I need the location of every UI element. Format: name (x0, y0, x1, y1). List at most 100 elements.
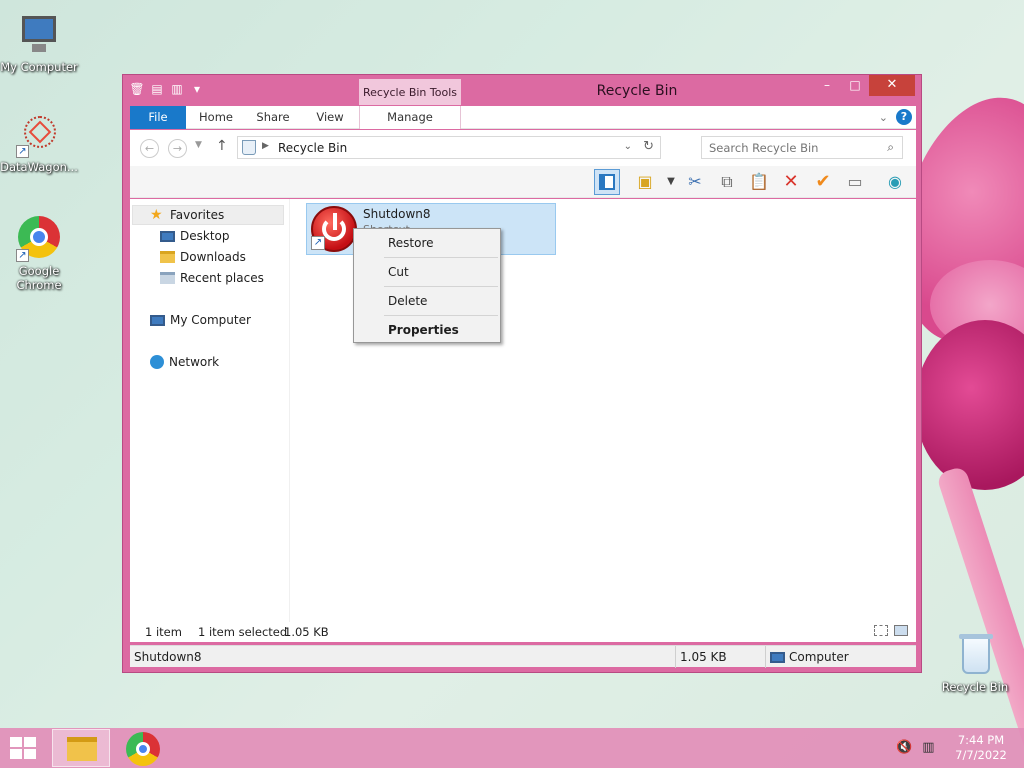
command-toolbar: ▣ ▼ ✂ ⧉ 📋 ✕ ✔ ▭ ◉ (130, 166, 916, 198)
recent-places-icon (160, 272, 175, 284)
explorer-window[interactable]: 🗑 ▤ ▥ ▾ Recycle Bin Tools Recycle Bin – … (122, 74, 922, 673)
content-area: ★ Favorites Desktop Downloads Recent pla… (130, 199, 916, 642)
minimize-button[interactable]: – (813, 75, 841, 96)
star-icon: ★ (150, 207, 163, 223)
maximize-button[interactable]: □ (841, 75, 869, 96)
selected-size: 1.05 KB (284, 625, 329, 639)
selected-count: 1 item selected (198, 625, 288, 639)
nav-network[interactable]: Network (150, 352, 219, 372)
details-name: Shutdown8 (134, 650, 202, 664)
help-icon[interactable]: ? (896, 109, 912, 125)
folder-icon (67, 737, 97, 761)
details-size: 1.05 KB (675, 646, 765, 668)
start-button[interactable] (10, 737, 38, 761)
search-input[interactable] (702, 137, 872, 158)
computer-icon (16, 12, 62, 58)
check-folder-icon[interactable]: ▣ (632, 169, 658, 195)
delete-icon[interactable]: ✕ (778, 169, 804, 195)
copy-icon[interactable]: ⧉ (714, 169, 740, 195)
address-bar-row: ← → ▼ ↑ ▶ Recycle Bin ⌄ ↻ ⌕ (130, 130, 916, 166)
downloads-folder-icon (160, 251, 175, 263)
ribbon-right-controls: ⌄ ? (879, 109, 912, 125)
refresh-icon[interactable]: ↻ (643, 139, 654, 154)
computer-icon (150, 315, 165, 326)
menu-separator (384, 286, 498, 287)
title-bar[interactable]: 🗑 ▤ ▥ ▾ Recycle Bin Tools Recycle Bin – … (123, 75, 921, 105)
preview-pane-button[interactable] (594, 169, 620, 195)
recent-locations-icon[interactable]: ▼ (195, 140, 202, 150)
clock[interactable]: 7:44 PM 7/7/2022 (946, 733, 1016, 763)
wallpaper-petal (915, 320, 1024, 490)
details-view-icon[interactable] (874, 625, 888, 636)
tab-file[interactable]: File (130, 106, 186, 129)
address-dropdown-icon[interactable]: ⌄ (624, 141, 632, 152)
menu-item-properties[interactable]: Properties (357, 317, 497, 343)
paste-icon[interactable]: 📋 (746, 169, 772, 195)
shortcut-arrow-icon: ↗ (16, 249, 29, 262)
tab-share[interactable]: Share (252, 106, 294, 129)
desktop-icon-label: DataWagon... (0, 160, 78, 174)
desktop-icon-datawagon[interactable]: ↗ DataWagon... (0, 112, 78, 174)
network-icon (150, 355, 164, 369)
dropdown-icon[interactable]: ▼ (658, 169, 684, 195)
system-tray: 🔇 ▥ (896, 740, 934, 755)
status-bar: 1 item 1 item selected 1.05 KB (130, 622, 916, 642)
view-switcher (874, 625, 908, 636)
computer-icon (770, 652, 785, 663)
breadcrumb-recycle-bin[interactable]: Recycle Bin (278, 141, 347, 155)
up-button[interactable]: ↑ (216, 138, 228, 154)
rename-icon[interactable]: ▭ (842, 169, 868, 195)
nav-label: My Computer (170, 313, 251, 327)
recycle-bin-icon (952, 632, 998, 678)
menu-item-delete[interactable]: Delete (357, 288, 497, 314)
close-button[interactable]: ✕ (869, 75, 915, 96)
desktop-icon (160, 231, 175, 242)
datawagon-icon: ↗ (16, 112, 62, 158)
search-box[interactable]: ⌕ (701, 136, 903, 159)
tab-manage[interactable]: Manage (359, 106, 461, 129)
taskbar-file-explorer[interactable] (52, 729, 110, 767)
menu-item-cut[interactable]: Cut (357, 259, 497, 285)
context-menu: Restore Cut Delete Properties (353, 228, 501, 343)
volume-muted-icon[interactable]: 🔇 (896, 740, 912, 755)
search-icon[interactable]: ⌕ (887, 140, 894, 155)
nav-recent-places[interactable]: Recent places (160, 268, 264, 288)
address-box[interactable]: ▶ Recycle Bin ⌄ ↻ (237, 136, 661, 159)
clock-date: 7/7/2022 (955, 748, 1007, 762)
forward-button[interactable]: → (168, 139, 187, 158)
breadcrumb-separator-icon[interactable]: ▶ (262, 141, 269, 151)
nav-favorites[interactable]: ★ Favorites (132, 205, 284, 225)
shortcut-arrow-icon: ↗ (16, 145, 29, 158)
item-count: 1 item (145, 625, 182, 639)
wallpaper-stem (935, 465, 1024, 760)
details-location-label: Computer (789, 650, 849, 664)
clock-time: 7:44 PM (957, 733, 1005, 747)
nav-desktop[interactable]: Desktop (160, 226, 230, 246)
windows-logo-icon (10, 737, 22, 747)
tab-home[interactable]: Home (196, 106, 236, 129)
globe-icon[interactable]: ◉ (882, 169, 908, 195)
chrome-icon: ↗ (16, 216, 62, 262)
recycle-bin-small-icon (242, 140, 256, 155)
desktop-icon-google-chrome[interactable]: ↗ Google Chrome (0, 216, 78, 292)
nav-my-computer[interactable]: My Computer (150, 310, 251, 330)
file-name: Shutdown8 (363, 207, 431, 221)
desktop-icon-recycle-bin[interactable]: Recycle Bin (936, 632, 1014, 694)
taskbar: 🔇 ▥ 7:44 PM 7/7/2022 (0, 728, 1024, 768)
nav-label: Network (169, 355, 220, 369)
nav-label: Desktop (180, 229, 230, 243)
large-icons-view-icon[interactable] (894, 625, 908, 636)
desktop-icon-label: Google Chrome (16, 264, 62, 292)
nav-downloads[interactable]: Downloads (160, 247, 246, 267)
nav-label: Recent places (180, 271, 264, 285)
taskbar-chrome[interactable] (126, 732, 160, 766)
desktop-icon-my-computer[interactable]: My Computer (0, 12, 78, 74)
checkmark-icon[interactable]: ✔ (810, 169, 836, 195)
network-icon[interactable]: ▥ (922, 740, 934, 755)
back-button[interactable]: ← (140, 139, 159, 158)
window-title: Recycle Bin (596, 83, 678, 99)
tab-view[interactable]: View (310, 106, 350, 129)
cut-icon[interactable]: ✂ (682, 169, 708, 195)
expand-ribbon-icon[interactable]: ⌄ (879, 111, 888, 124)
menu-item-restore[interactable]: Restore (357, 230, 497, 256)
